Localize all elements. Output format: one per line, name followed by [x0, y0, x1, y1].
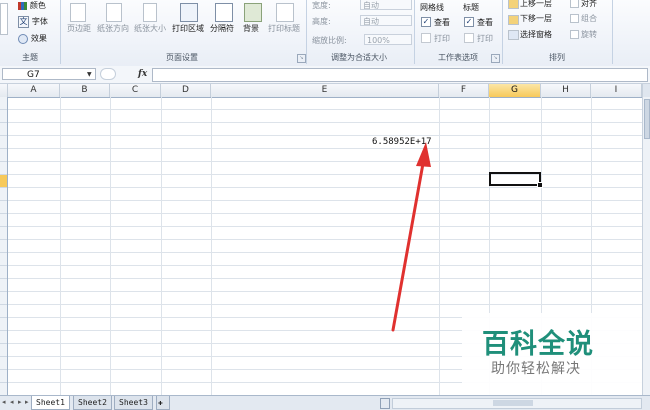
horizontal-scrollbar[interactable]	[392, 398, 642, 409]
prev-sheet-icon[interactable]: ◂	[10, 398, 14, 406]
arrow-head-icon	[416, 142, 431, 167]
insert-sheet-icon[interactable]: ✚	[156, 396, 170, 410]
sheet-tab-sheet1[interactable]: Sheet1	[31, 396, 70, 410]
hscroll-split-icon[interactable]	[380, 398, 390, 409]
first-sheet-icon[interactable]: ◂	[2, 398, 6, 406]
watermark-title: 百科全说	[482, 329, 594, 360]
hscroll-thumb[interactable]	[493, 400, 533, 406]
next-sheet-icon[interactable]: ▸	[18, 398, 22, 406]
arrow-shaft	[391, 156, 426, 332]
watermark-subtitle: 助你轻松解决	[491, 361, 581, 377]
sheet-tab-sheet3[interactable]: Sheet3	[114, 396, 153, 410]
sheet-tab-sheet2[interactable]: Sheet2	[73, 396, 112, 410]
sheet-tab-bar: ◂ ◂ ▸ ▸ Sheet1 Sheet2 Sheet3 ✚	[0, 395, 650, 410]
last-sheet-icon[interactable]: ▸	[25, 398, 29, 406]
